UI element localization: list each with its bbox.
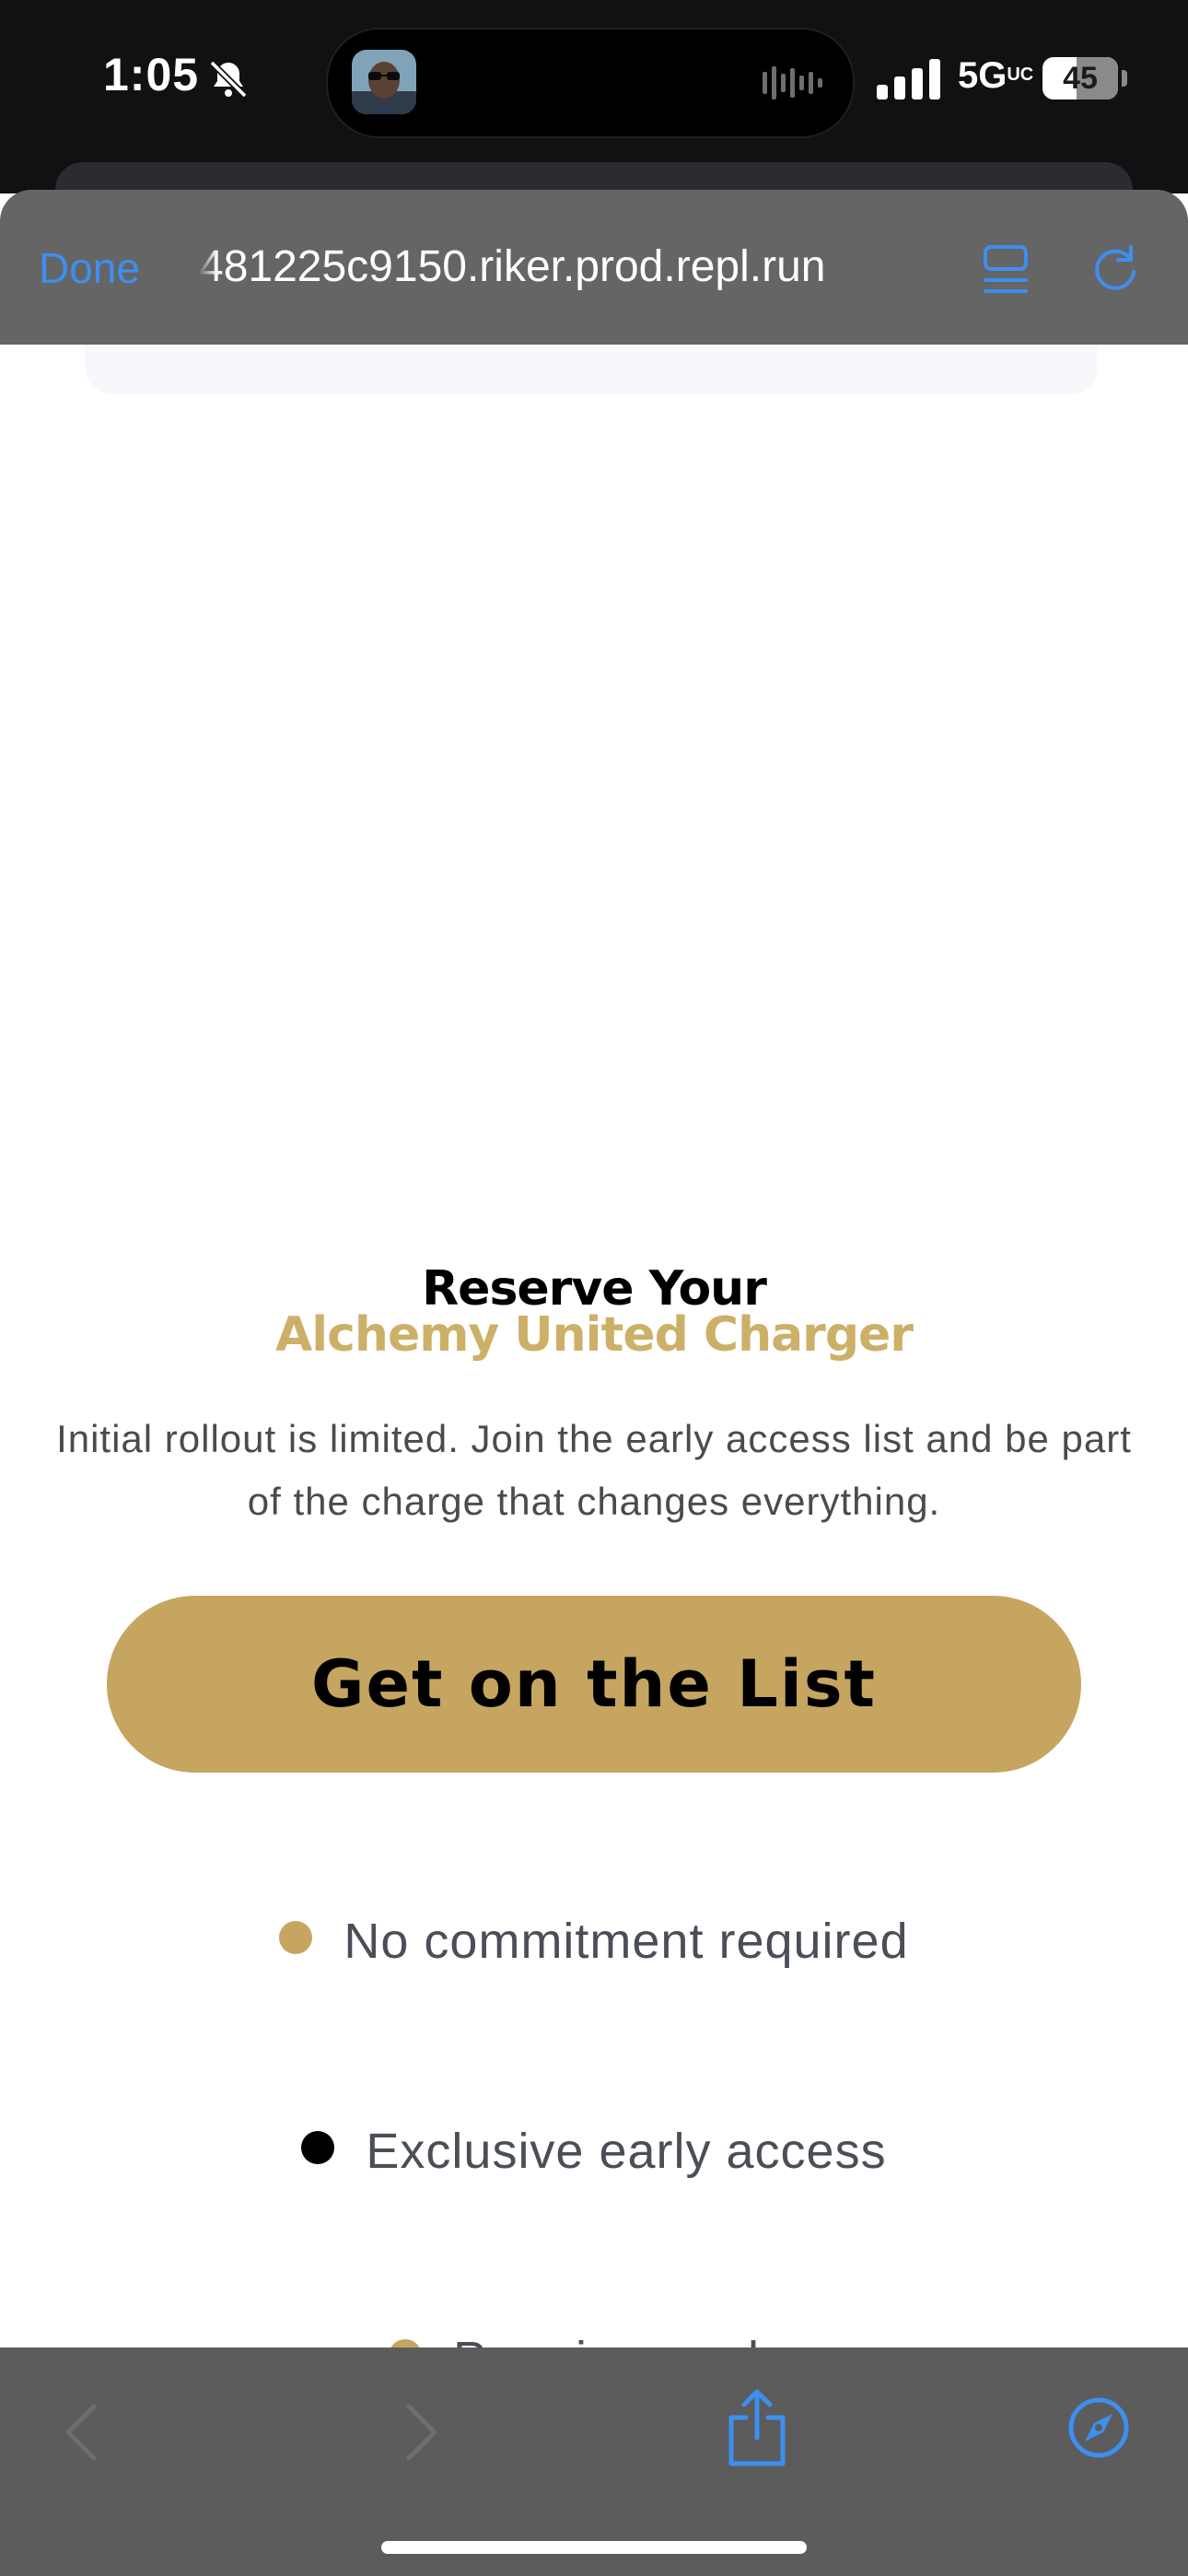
url-fade xyxy=(199,245,217,291)
url-field[interactable]: 481225c9150.riker.prod.repl.run xyxy=(199,241,936,292)
battery-indicator: 45 xyxy=(1042,57,1118,100)
get-on-list-button[interactable]: Get on the List xyxy=(107,1596,1081,1773)
battery-tip xyxy=(1122,70,1127,87)
reader-icon[interactable] xyxy=(982,243,1030,295)
feature-label: Exclusive early access xyxy=(366,2124,887,2179)
home-indicator[interactable] xyxy=(381,2541,807,2554)
title-line-2: Alchemy United Charger xyxy=(275,1307,914,1363)
done-button[interactable]: Done xyxy=(39,243,140,293)
now-playing-avatar xyxy=(352,50,416,114)
audio-wave-icon xyxy=(763,66,822,100)
feature-item: No commitment required xyxy=(0,1913,1188,1970)
page-title: Reserve Your Alchemy United Charger xyxy=(0,1261,1188,1363)
feature-item: Exclusive early access xyxy=(0,2123,1188,2180)
network-type: 5GUC xyxy=(958,55,1034,96)
battery-level: 45 xyxy=(1063,61,1098,96)
status-time: 1:05 xyxy=(103,49,200,100)
bell-slash-icon xyxy=(209,60,248,99)
page-subtitle: Initial rollout is limited. Join the ear… xyxy=(56,1417,1132,1523)
browser-toolbar: Done 481225c9150.riker.prod.repl.run xyxy=(0,190,1188,345)
bullet-dot-icon xyxy=(279,1921,313,1954)
browser-bottom-bar xyxy=(0,2348,1188,2576)
bullet-dot-icon xyxy=(301,2131,335,2164)
page-header-strip xyxy=(85,345,1098,394)
title-line-1: Reserve Your xyxy=(422,1261,767,1317)
back-icon[interactable] xyxy=(57,2399,105,2465)
dynamic-island[interactable] xyxy=(326,28,855,138)
forward-icon[interactable] xyxy=(398,2399,446,2465)
reload-icon[interactable] xyxy=(1089,241,1142,295)
signal-bars-icon xyxy=(877,59,940,100)
compass-icon[interactable] xyxy=(1066,2395,1131,2460)
feature-label: No commitment required xyxy=(344,1914,909,1969)
share-icon[interactable] xyxy=(724,2386,790,2469)
